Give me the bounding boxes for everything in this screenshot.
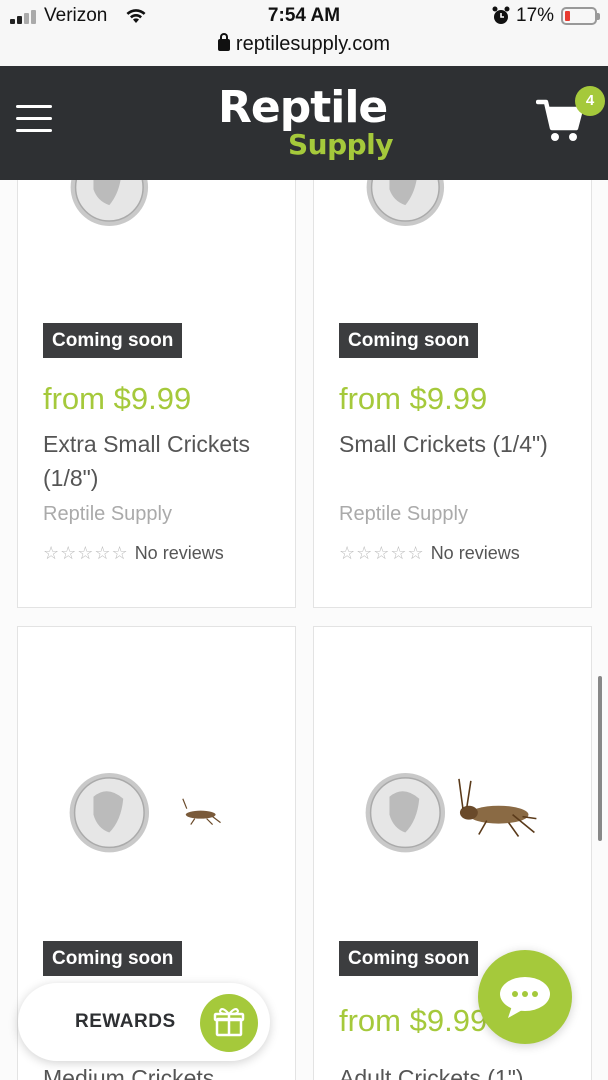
chat-button[interactable] xyxy=(478,950,572,1044)
menu-icon[interactable] xyxy=(16,105,52,133)
product-image[interactable] xyxy=(314,180,591,281)
product-price: from $9.99 xyxy=(43,381,192,416)
product-card[interactable]: Coming soon from $9.99 Extra Small Crick… xyxy=(17,180,296,608)
site-logo[interactable]: Reptile Supply xyxy=(218,82,394,166)
product-grid: Coming soon from $9.99 Extra Small Crick… xyxy=(0,180,608,1080)
logo-wordmark: Reptile xyxy=(218,82,388,133)
product-title[interactable]: Small Crickets (1/4") xyxy=(339,427,589,461)
product-title[interactable]: Medium Crickets xyxy=(43,1061,293,1080)
chat-icon xyxy=(500,977,550,1018)
product-image[interactable] xyxy=(18,180,295,281)
rewards-button[interactable]: REWARDS xyxy=(18,983,270,1061)
coming-soon-badge: Coming soon xyxy=(43,941,183,976)
cart-count-badge[interactable]: 4 xyxy=(575,86,605,116)
product-rating: ☆☆☆☆☆ No reviews xyxy=(339,543,520,564)
gift-icon xyxy=(200,994,258,1052)
battery-percent: 17% xyxy=(516,5,555,26)
product-price: from $9.99 xyxy=(339,1003,488,1038)
product-vendor: Reptile Supply xyxy=(339,503,468,525)
coming-soon-badge: Coming soon xyxy=(43,323,183,358)
site-header: Reptile Supply xyxy=(0,66,608,180)
url-text: reptilesupply.com xyxy=(235,33,391,55)
star-rating-icon: ☆☆☆☆☆ xyxy=(339,543,425,563)
product-rating: ☆☆☆☆☆ No reviews xyxy=(43,543,224,564)
star-rating-icon: ☆☆☆☆☆ xyxy=(43,543,129,563)
battery-icon xyxy=(561,7,600,25)
product-vendor: Reptile Supply xyxy=(43,503,172,525)
rewards-label: REWARDS xyxy=(75,1011,176,1032)
review-count: No reviews xyxy=(134,543,224,563)
logo-subword: Supply xyxy=(288,128,394,161)
product-card[interactable]: Coming soon from $9.99 Small Crickets (1… xyxy=(313,180,592,608)
coming-soon-badge: Coming soon xyxy=(339,323,479,358)
product-title[interactable]: Extra Small Crickets (1/8") xyxy=(43,427,293,495)
scrollbar[interactable] xyxy=(598,676,602,841)
review-count: No reviews xyxy=(430,543,520,563)
address-bar[interactable]: reptilesupply.com xyxy=(0,33,608,56)
product-price: from $9.99 xyxy=(339,381,488,416)
status-bar: Verizon 7:54 AM 17% reptilesupply.com xyxy=(0,0,608,66)
coming-soon-badge: Coming soon xyxy=(339,941,479,976)
alarm-icon xyxy=(492,6,510,24)
product-title[interactable]: Adult Crickets (1") xyxy=(339,1061,589,1080)
product-image[interactable] xyxy=(18,627,295,907)
lock-icon xyxy=(217,33,230,51)
product-image[interactable] xyxy=(314,627,591,907)
